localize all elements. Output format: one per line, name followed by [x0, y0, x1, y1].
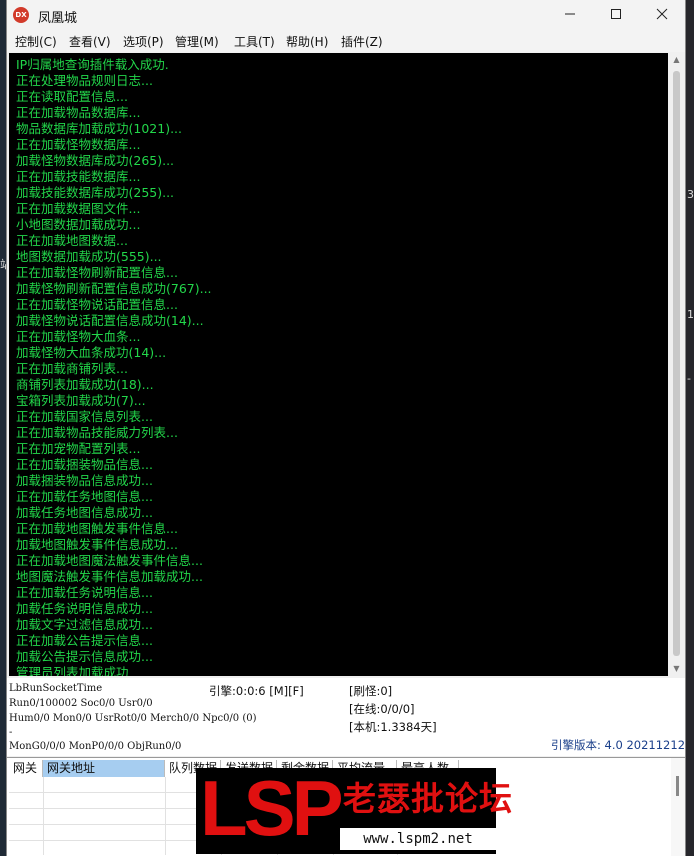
- log-line: 加载任务地图信息成功...: [16, 505, 153, 520]
- console-scrollbar[interactable]: ▲ ▼: [668, 53, 685, 676]
- log-line: 加载怪物数据库成功(265)...: [16, 153, 175, 168]
- log-line: 加载技能数据库成功(255)...: [16, 185, 175, 200]
- log-line: 加载怪物大血条成功(14)...: [16, 345, 167, 360]
- log-line: 加载任务说明信息成功...: [16, 601, 153, 616]
- menu-plugins[interactable]: 插件(Z): [341, 33, 383, 50]
- app-logo-icon: DX: [13, 7, 29, 23]
- log-line: 正在加载物品数据库...: [16, 105, 141, 120]
- close-icon: [656, 8, 668, 20]
- status-dash: -: [9, 727, 13, 738]
- log-line: 正在加载怪物刷新配置信息...: [16, 265, 178, 280]
- title-bar[interactable]: DX 凤凰城: [7, 0, 685, 30]
- log-line: 正在加载怪物数据库...: [16, 137, 141, 152]
- log-line: 正在加载任务地图信息...: [16, 489, 153, 504]
- log-line: 正在加载国家信息列表...: [16, 409, 153, 424]
- watermark-logo-text: LSP: [200, 764, 344, 852]
- log-line: 正在加载技能数据库...: [16, 169, 141, 184]
- status-panel: LbRunSocketTime Run0/100002 Soc0/0 Usr0/…: [7, 678, 685, 756]
- desktop-right-mark-3: -: [687, 372, 691, 385]
- desktop-right-edge: 3 1 -: [686, 0, 694, 856]
- log-line: 地图魔法触发事件信息加载成功...: [16, 569, 203, 584]
- watermark-title: 老瑟批论坛: [343, 779, 513, 818]
- menu-view[interactable]: 查看(V): [69, 33, 111, 50]
- log-line: 加载地图触发事件信息成功...: [16, 537, 178, 552]
- scroll-down-arrow-icon[interactable]: ▼: [668, 662, 685, 676]
- menu-control[interactable]: 控制(C): [15, 33, 57, 50]
- minimize-icon: [565, 13, 575, 15]
- log-line: 正在读取配置信息...: [16, 89, 128, 104]
- log-line: 正在处理物品规则日志...: [16, 73, 153, 88]
- log-line: 正在加宠物配置列表...: [16, 441, 141, 456]
- engine-version: 引擎版本: 4.0 20211212: [551, 738, 686, 752]
- menu-options[interactable]: 选项(P): [123, 33, 164, 50]
- log-line: 正在加载地图魔法触发事件信息...: [16, 553, 203, 568]
- maximize-button[interactable]: [593, 0, 639, 30]
- log-line: 正在加载商铺列表...: [16, 361, 128, 376]
- watermark-logo: LSP: [200, 764, 344, 852]
- log-line: 正在加载公告提示信息...: [16, 633, 153, 648]
- log-line: 正在加载任务说明信息...: [16, 585, 153, 600]
- refresh-monster-status: [刷怪:0]: [349, 684, 393, 698]
- column-header-gateway-address[interactable]: 网关地址: [43, 760, 165, 777]
- online-status: [在线:0/0/0]: [349, 702, 415, 716]
- menu-manage[interactable]: 管理(M): [175, 33, 219, 50]
- log-line: 正在加载怪物说话配置信息...: [16, 297, 178, 312]
- log-line: 正在加载地图触发事件信息...: [16, 521, 178, 536]
- log-line: 管理员列表加载成功: [16, 665, 129, 676]
- log-line: 物品数据库加载成功(1021)...: [16, 121, 182, 136]
- console-scroll-thumb[interactable]: [673, 71, 680, 656]
- menu-bar: 控制(C) 查看(V) 选项(P) 管理(M) 工具(T) 帮助(H) 插件(Z…: [7, 30, 685, 52]
- log-line: IP归属地查询插件载入成功.: [16, 57, 169, 72]
- log-line: 加载怪物说话配置信息成功(14)...: [16, 313, 204, 328]
- log-line: 宝箱列表加载成功(7)...: [16, 393, 146, 408]
- window-title: 凤凰城: [38, 11, 78, 26]
- log-line: 地图数据加载成功(555)...: [16, 249, 162, 264]
- log-line: 正在加载数据图文件...: [16, 201, 141, 216]
- status-run: Run0/100002 Soc0/0 Usr0/0: [9, 698, 153, 709]
- watermark-url: www.lspm2.net: [340, 828, 496, 850]
- local-uptime-status: [本机:1.3384天]: [349, 720, 437, 734]
- log-line: 正在加载物品技能威力列表...: [16, 425, 178, 440]
- desktop-right-mark-2: 1: [687, 308, 694, 321]
- log-line: 小地图数据加载成功...: [16, 217, 141, 232]
- log-line: 正在加载捆装物品信息...: [16, 457, 153, 472]
- menu-help[interactable]: 帮助(H): [286, 33, 328, 50]
- log-line: 正在加载地图数据...: [16, 233, 128, 248]
- log-console[interactable]: IP归属地查询插件载入成功. 正在处理物品规则日志... 正在读取配置信息... 正在…: [9, 53, 668, 676]
- menu-tools[interactable]: 工具(T): [234, 33, 275, 50]
- log-line: 商铺列表加载成功(18)...: [16, 377, 154, 392]
- status-mon: MonG0/0/0 MonP0/0/0 ObjRun0/0: [9, 741, 182, 752]
- status-hum: Hum0/0 Mon0/0 UsrRot0/0 Merch0/0 Npc0/0 …: [9, 713, 257, 724]
- maximize-icon: [611, 9, 621, 19]
- table-scroll-thumb[interactable]: [676, 776, 679, 796]
- scroll-up-arrow-icon[interactable]: ▲: [668, 53, 685, 67]
- log-line: 加载捆装物品信息成功...: [16, 473, 153, 488]
- status-socket-time: LbRunSocketTime: [9, 683, 103, 694]
- log-line: 正在加载怪物大血条...: [16, 329, 141, 344]
- app-window: DX 凤凰城 控制(C) 查看(V) 选项(P) 管理(M) 工具(T) 帮助(…: [6, 0, 686, 856]
- engine-status: 引擎:0:0:6 [M][F]: [209, 684, 304, 698]
- column-header-gateway[interactable]: 网关: [9, 760, 43, 777]
- close-button[interactable]: [639, 0, 685, 30]
- desktop-right-mark-1: 3: [687, 188, 694, 201]
- table-scrollbar[interactable]: [671, 758, 685, 856]
- log-line: 加载怪物刷新配置信息成功(767)...: [16, 281, 212, 296]
- log-line: 加载公告提示信息成功...: [16, 649, 153, 664]
- minimize-button[interactable]: [547, 0, 593, 30]
- log-line: 加载文字过滤信息成功...: [16, 617, 153, 632]
